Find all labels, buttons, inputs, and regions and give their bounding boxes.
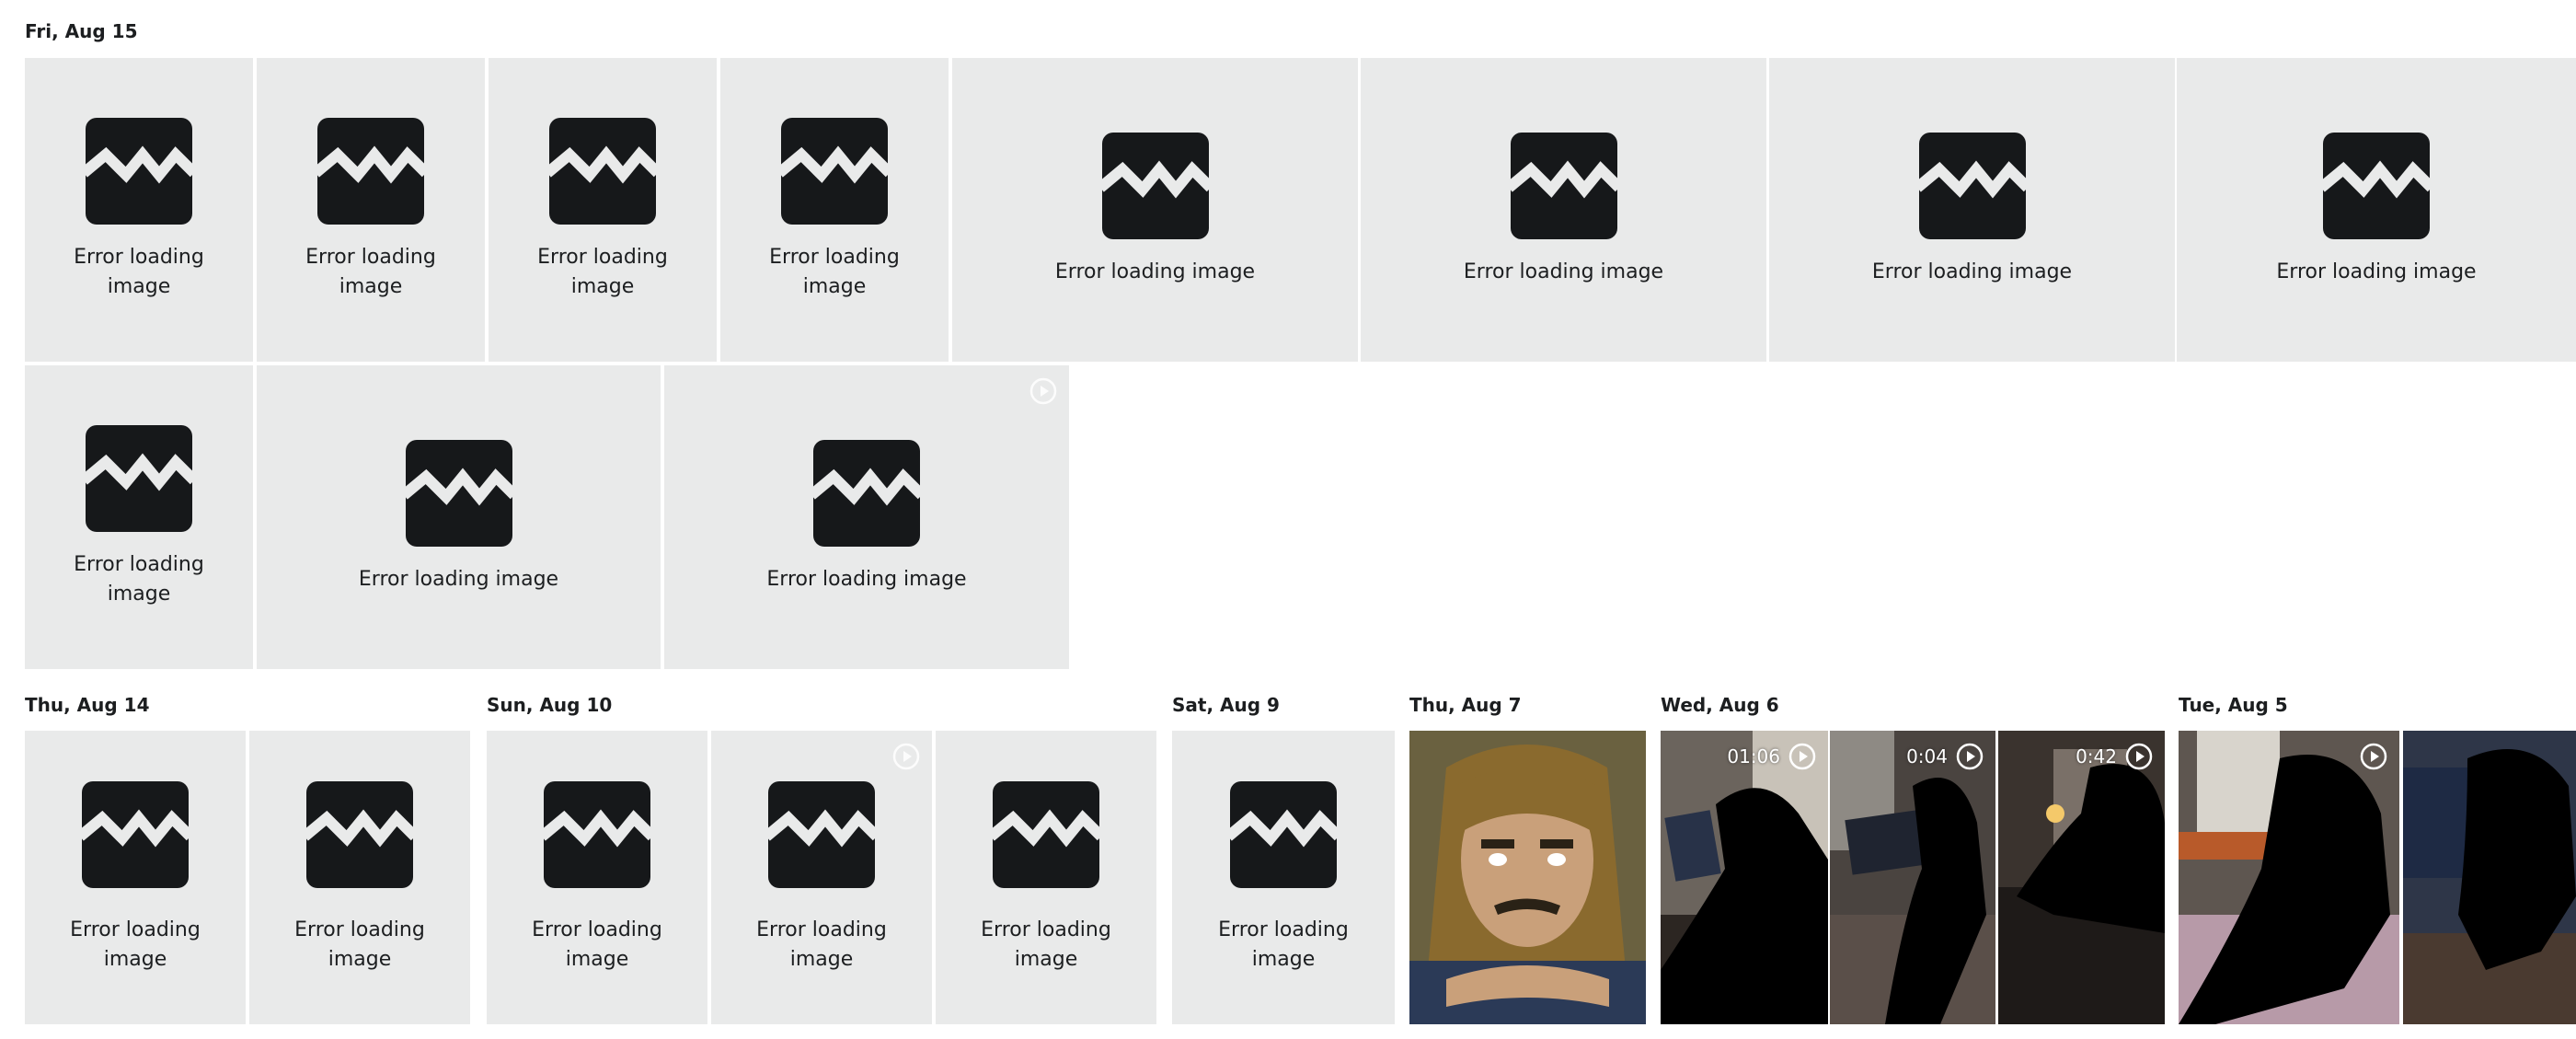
broken-image-icon	[406, 440, 512, 547]
video-duration: 01:06	[1727, 745, 1780, 768]
photo-tile[interactable]: Error loading image	[1361, 58, 1766, 362]
cartoon-photo-tile[interactable]	[1409, 731, 1646, 1024]
error-text: Error loading image	[769, 246, 900, 298]
error-text: Error loading image	[1871, 260, 2073, 283]
date-header-aug9: Sat, Aug 9	[1172, 694, 1280, 716]
video-tile[interactable]: 0:04	[1830, 731, 1995, 1024]
error-text: Error loading image	[1218, 918, 1349, 971]
error-text: Error loading image	[305, 246, 436, 298]
photo-tile[interactable]: Error loading image	[2177, 58, 2576, 362]
broken-image-icon	[306, 781, 413, 888]
play-circle-icon	[891, 742, 921, 771]
broken-image-icon	[317, 118, 424, 225]
photo-tile[interactable]: Error loading image	[257, 365, 661, 669]
photo-tile[interactable]: Error loading image	[952, 58, 1358, 362]
error-text: Error loading image	[74, 246, 204, 298]
date-header-aug6: Wed, Aug 6	[1661, 694, 1779, 716]
photo-tile[interactable]	[2403, 731, 2576, 1024]
play-circle-icon	[1788, 742, 1817, 771]
error-text: Error loading image	[1054, 260, 1256, 283]
date-header-aug7: Thu, Aug 7	[1409, 694, 1522, 716]
video-badge: 0:42	[2076, 742, 2154, 771]
photo-thumbnail	[2403, 731, 2576, 1024]
video-duration: 0:04	[1906, 745, 1948, 768]
video-tile[interactable]: 01:06	[1661, 731, 1828, 1024]
video-thumbnail	[1661, 731, 1828, 1024]
video-thumbnail	[1998, 731, 2165, 1024]
date-header-aug14: Thu, Aug 14	[25, 694, 150, 716]
broken-image-icon	[1919, 133, 2026, 239]
video-badge	[1029, 376, 1058, 406]
broken-image-icon	[993, 781, 1099, 888]
broken-image-icon	[1230, 781, 1337, 888]
broken-image-icon	[2323, 133, 2430, 239]
date-header-aug5: Tue, Aug 5	[2179, 694, 2288, 716]
photo-tile[interactable]: Error loading image	[487, 731, 707, 1024]
date-header-aug15: Fri, Aug 15	[25, 20, 138, 42]
video-duration: 0:42	[2076, 745, 2117, 768]
error-text: Error loading image	[981, 918, 1111, 971]
video-badge: 01:06	[1727, 742, 1817, 771]
photo-tile[interactable]: Error loading image	[257, 58, 485, 362]
broken-image-icon	[781, 118, 888, 225]
photo-tile[interactable]: Error loading image	[25, 731, 246, 1024]
error-text: Error loading image	[2276, 260, 2477, 283]
photo-tile[interactable]: Error loading image	[25, 365, 253, 669]
photo-tile[interactable]: Error loading image	[1769, 58, 2175, 362]
photo-tile[interactable]: Error loading image	[25, 58, 253, 362]
photo-tile[interactable]: Error loading image	[249, 731, 470, 1024]
photo-tile[interactable]: Error loading image	[936, 731, 1156, 1024]
date-header-aug10: Sun, Aug 10	[487, 694, 613, 716]
video-badge	[891, 742, 921, 771]
play-circle-icon	[1029, 376, 1058, 406]
broken-image-icon	[86, 118, 192, 225]
error-text: Error loading image	[1463, 260, 1664, 283]
video-tile[interactable]: Error loading image	[711, 731, 932, 1024]
photo-tile[interactable]: Error loading image	[720, 58, 949, 362]
broken-image-icon	[1511, 133, 1617, 239]
broken-image-icon	[549, 118, 656, 225]
error-text: Error loading image	[74, 553, 204, 606]
error-text: Error loading image	[532, 918, 662, 971]
video-thumbnail	[2179, 731, 2399, 1024]
video-tile[interactable]	[2179, 731, 2399, 1024]
play-circle-icon	[2359, 742, 2388, 771]
play-circle-icon	[1955, 742, 1984, 771]
broken-image-icon	[86, 425, 192, 532]
video-thumbnail	[1830, 731, 1995, 1024]
error-text: Error loading image	[756, 918, 887, 971]
broken-image-icon	[813, 440, 920, 547]
broken-image-icon	[544, 781, 650, 888]
broken-image-icon	[82, 781, 189, 888]
error-text: Error loading image	[70, 918, 201, 971]
photo-tile[interactable]: Error loading image	[489, 58, 717, 362]
video-badge	[2359, 742, 2388, 771]
video-tile[interactable]: Error loading image	[664, 365, 1069, 669]
photo-tile[interactable]: Error loading image	[1172, 731, 1395, 1024]
error-text: Error loading image	[294, 918, 425, 971]
cartoon-face-image	[1409, 731, 1646, 1024]
video-tile[interactable]: 0:42	[1998, 731, 2165, 1024]
play-circle-icon	[2124, 742, 2154, 771]
error-text: Error loading image	[766, 568, 967, 591]
broken-image-icon	[1102, 133, 1209, 239]
error-text: Error loading image	[537, 246, 668, 298]
error-text: Error loading image	[358, 568, 559, 591]
video-badge: 0:04	[1906, 742, 1984, 771]
broken-image-icon	[768, 781, 875, 888]
